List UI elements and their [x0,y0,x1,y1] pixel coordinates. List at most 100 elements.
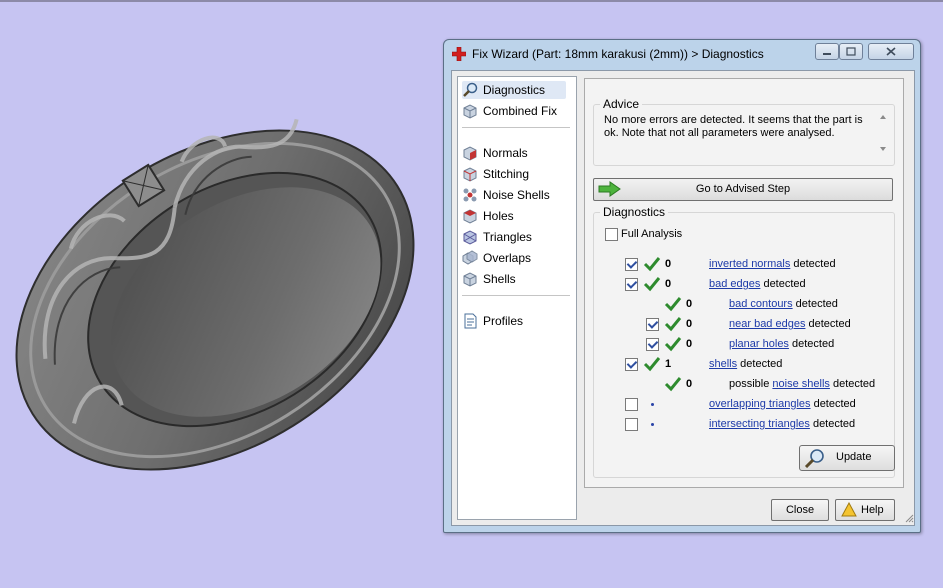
magnifier-icon [804,449,824,468]
nav-label: Normals [483,146,528,160]
close-icon [886,47,896,56]
nav-label: Combined Fix [483,104,558,118]
inverted-normals-link[interactable]: inverted normals [709,258,790,270]
overlapping-triangles-row-text: overlapping triangles detected [709,398,856,410]
planar-holes-row-text: planar holes detected [729,338,834,350]
maximize-icon [846,47,856,56]
document-icon [464,313,477,329]
triangles-icon [463,230,477,245]
nav-item-combined-fix[interactable]: Combined Fix [462,102,557,120]
green-check-icon [664,377,682,392]
near-bad-edges-count: 0 [686,318,693,330]
ring-model[interactable] [0,0,443,588]
diagnostics-group-label: Diagnostics [600,205,669,219]
close-label: Close [785,504,815,516]
bad-edges-link[interactable]: bad edges [709,278,760,290]
inverted-normals-row-text: inverted normals detected [709,258,836,270]
intersecting-triangles-row-text: intersecting triangles detected [709,418,855,430]
bad-contours-row-text: bad contours detected [729,298,838,310]
resize-grip-icon[interactable] [904,513,914,523]
nav-separator [462,127,570,128]
advice-scrollbar[interactable] [876,110,890,156]
nav-item-triangles[interactable]: Triangles [462,228,532,246]
nav-item-diagnostics[interactable]: Diagnostics [462,81,566,99]
nav-label: Holes [483,209,514,223]
help-label: Help [861,504,884,516]
near-bad-edges-row-text: near bad edges detected [729,318,851,330]
update-button[interactable]: Update [799,445,895,471]
warning-triangle-icon [841,502,857,517]
holes-cube-icon [463,209,477,224]
intersecting-triangles-checkbox[interactable] [625,418,638,431]
planar-holes-checkbox[interactable] [646,338,659,351]
scroll-up-arrow-icon[interactable] [880,115,886,119]
shells-row-text: shells detected [709,358,782,370]
maximize-button[interactable] [839,43,863,60]
overlapping-triangles-checkbox[interactable] [625,398,638,411]
shells-checkbox[interactable] [625,358,638,371]
full-analysis-checkbox[interactable] [605,228,618,241]
nav-label: Profiles [483,314,524,328]
shells-count: 1 [665,358,672,370]
row-suffix: detected [792,298,838,310]
help-button[interactable]: Help [835,499,895,521]
nav-label: Shells [483,272,516,286]
nav-item-normals[interactable]: Normals [462,144,528,162]
go-to-advised-step-button[interactable]: Go to Advised Step [593,178,893,201]
diagnostics-group: Diagnostics Full Analysis 0 inverted nor… [593,205,895,478]
overlaps-icon [462,250,478,265]
green-check-icon [643,257,661,272]
noise-shells-row-text: possible noise shells detected [729,378,875,390]
full-analysis-label: Full Analysis [621,228,683,240]
minimize-button[interactable] [815,43,839,60]
inverted-normals-checkbox[interactable] [625,258,638,271]
nav-item-shells[interactable]: Shells [462,270,516,288]
nav-label: Stitching [483,167,530,181]
green-check-icon [643,357,661,372]
magnifier-icon [463,82,478,97]
green-check-icon [664,297,682,312]
advice-group-label: Advice [600,97,643,111]
minimize-icon [823,52,831,55]
shells-link[interactable]: shells [709,358,737,370]
row-suffix: detected [737,358,783,370]
nav-item-overlaps[interactable]: Overlaps [462,249,531,267]
row-suffix: detected [790,258,836,270]
nav-label: Noise Shells [483,188,550,202]
cube-icon [463,104,477,119]
shells-icon [463,272,477,287]
title-bar[interactable]: Fix Wizard (Part: 18mm karakusi (2mm)) >… [444,40,920,67]
bad-edges-checkbox[interactable] [625,278,638,291]
nav-item-noise-shells[interactable]: Noise Shells [462,186,550,204]
overlapping-triangles-link[interactable]: overlapping triangles [709,398,811,410]
nav-item-holes[interactable]: Holes [462,207,514,225]
nav-label: Diagnostics [483,83,546,97]
bad-contours-link[interactable]: bad contours [729,298,793,310]
scroll-down-arrow-icon[interactable] [880,147,886,151]
near-bad-edges-checkbox[interactable] [646,318,659,331]
planar-holes-link[interactable]: planar holes [729,338,789,350]
noise-shells-link[interactable]: noise shells [772,378,829,390]
noise-shells-icon [463,188,477,202]
planar-holes-count: 0 [686,338,693,350]
window-title: Fix Wizard (Part: 18mm karakusi (2mm)) >… [472,47,764,61]
step-navigation-panel: Diagnostics Combined Fix Normals Stitchi… [457,76,577,520]
nav-item-profiles[interactable]: Profiles [462,312,523,330]
row-prefix: possible [729,378,773,390]
inverted-normals-count: 0 [665,258,672,270]
row-suffix: detected [809,418,856,430]
intersecting-triangles-link[interactable]: intersecting triangles [709,418,810,430]
green-check-icon [643,277,661,292]
close-window-button[interactable] [868,43,914,60]
fix-wizard-window: Fix Wizard (Part: 18mm karakusi (2mm)) >… [443,39,921,533]
bad-contours-count: 0 [686,298,693,310]
noise-shells-count: 0 [686,378,693,390]
near-bad-edges-link[interactable]: near bad edges [729,318,805,330]
nav-item-stitching[interactable]: Stitching [462,165,529,183]
close-button[interactable]: Close [771,499,829,521]
red-cross-icon [452,47,466,61]
diagnostics-page: Advice No more errors are detected. It s… [584,78,904,488]
window-client-area: Diagnostics Combined Fix Normals Stitchi… [451,70,915,526]
pending-dot-icon [651,403,654,406]
advice-group: Advice No more errors are detected. It s… [593,97,895,166]
